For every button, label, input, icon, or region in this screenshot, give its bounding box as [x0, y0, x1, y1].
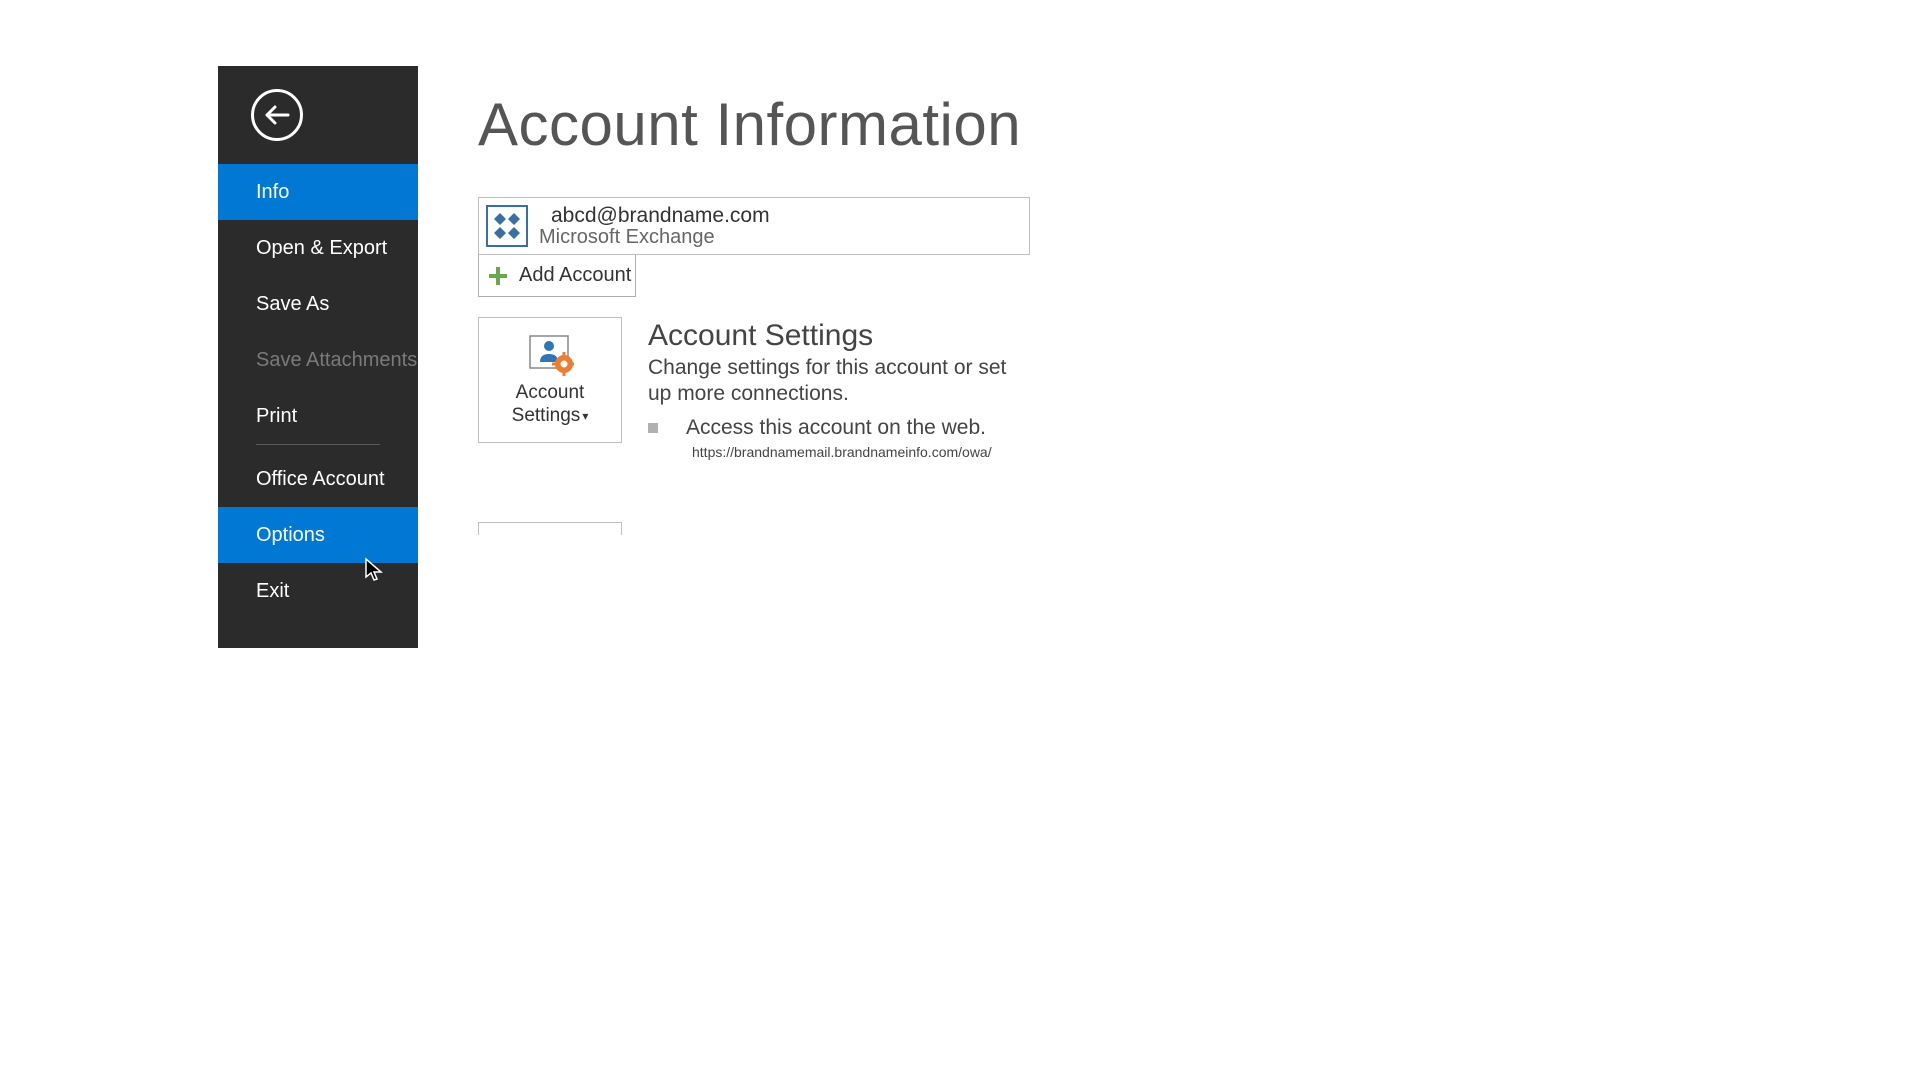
- sidebar-item-label: Info: [256, 181, 289, 204]
- account-settings-icon: [526, 332, 574, 376]
- sidebar-divider: [256, 444, 380, 445]
- page-title: Account Information: [478, 90, 1030, 159]
- owa-url[interactable]: https://brandnamemail.brandnameinfo.com/…: [692, 444, 1030, 460]
- account-settings-section: Account Settings▾ Account Settings Chang…: [478, 317, 1030, 460]
- add-account-button[interactable]: Add Account: [478, 255, 636, 297]
- account-text: abcd@brandname.com Microsoft Exchange: [551, 204, 770, 249]
- sidebar-item-label: Print: [256, 405, 297, 428]
- settings-heading: Account Settings: [648, 319, 1030, 353]
- settings-bullet: Access this account on the web.: [648, 416, 1030, 440]
- sidebar-item-label: Exit: [256, 580, 289, 603]
- sidebar-item-label: Open & Export: [256, 237, 387, 260]
- tile-label: Account Settings▾: [512, 382, 589, 428]
- sidebar-item-open-export[interactable]: Open & Export: [218, 220, 418, 276]
- back-button-area: [218, 66, 418, 164]
- arrow-left-icon: [264, 105, 290, 125]
- sidebar-item-options[interactable]: Options: [218, 507, 418, 563]
- sidebar-item-label: Save As: [256, 293, 329, 316]
- sidebar-item-office-account[interactable]: Office Account: [218, 451, 418, 507]
- account-settings-button[interactable]: Account Settings▾: [478, 317, 622, 443]
- sidebar-item-label: Office Account: [256, 468, 385, 491]
- settings-description: Change settings for this account or set …: [648, 355, 1030, 408]
- sidebar-item-label: Save Attachments: [256, 349, 417, 372]
- sidebar-item-save-as[interactable]: Save As: [218, 276, 418, 332]
- add-account-label: Add Account: [519, 264, 631, 287]
- account-type: Microsoft Exchange: [539, 226, 770, 249]
- chevron-down-icon: ▾: [582, 409, 588, 423]
- bullet-icon: [648, 423, 658, 433]
- account-selector[interactable]: abcd@brandname.com Microsoft Exchange: [478, 197, 1030, 255]
- sidebar-item-exit[interactable]: Exit: [218, 563, 418, 619]
- sidebar-item-save-attachments: Save Attachments: [218, 332, 418, 388]
- main-content: Account Information abcd@brandname.com M…: [418, 66, 1030, 648]
- partial-next-tile: [478, 522, 622, 535]
- back-button[interactable]: [251, 89, 303, 141]
- settings-text-block: Account Settings Change settings for thi…: [648, 317, 1030, 460]
- plus-icon: [489, 267, 507, 285]
- sidebar-item-label: Options: [256, 524, 325, 547]
- sidebar-item-info[interactable]: Info: [218, 164, 418, 220]
- sidebar-item-print[interactable]: Print: [218, 388, 418, 444]
- exchange-icon: [485, 204, 529, 248]
- account-email: abcd@brandname.com: [551, 204, 770, 228]
- backstage-sidebar: Info Open & Export Save As Save Attachme…: [218, 66, 418, 648]
- bullet-text: Access this account on the web.: [686, 416, 986, 440]
